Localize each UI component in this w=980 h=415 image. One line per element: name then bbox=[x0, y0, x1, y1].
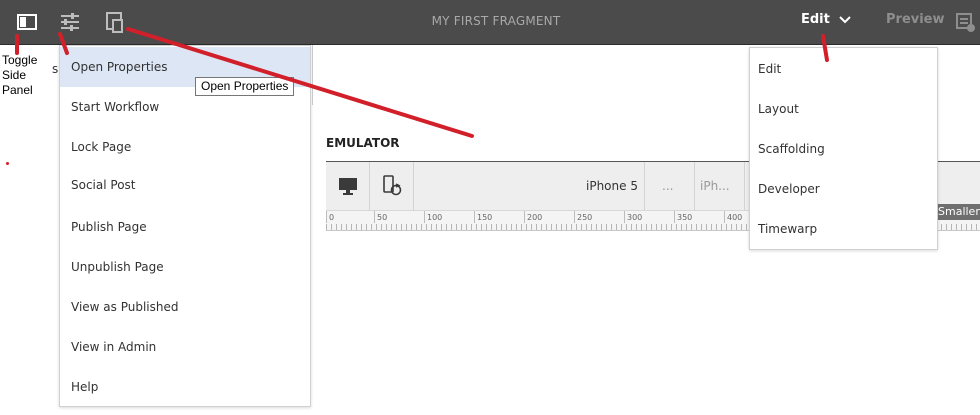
chevron-down-icon bbox=[839, 15, 851, 23]
annotation-line: Panel bbox=[2, 83, 33, 97]
menu-item-view-as-published[interactable]: View as Published bbox=[60, 287, 310, 327]
tooltip: Open Properties bbox=[195, 77, 295, 96]
toggle-side-panel-annotation: Toggle Side Panel bbox=[2, 53, 50, 98]
ruler-mark: 300 bbox=[624, 211, 642, 223]
device-label: iPhone 5 bbox=[586, 179, 638, 193]
menu-item-help[interactable]: Help bbox=[60, 367, 310, 407]
ruler-label: 200 bbox=[527, 213, 543, 222]
menu-item-unpublish-page[interactable]: Unpublish Page bbox=[60, 247, 310, 287]
device-label: ... bbox=[662, 179, 674, 193]
monitor-icon bbox=[339, 178, 357, 195]
mode-item-developer[interactable]: Developer bbox=[750, 169, 937, 209]
side-panel-partial-text: s bbox=[52, 62, 59, 76]
ruler-mark: 150 bbox=[474, 211, 492, 223]
ruler-mark: 400 bbox=[724, 211, 742, 223]
ruler-label: 400 bbox=[727, 213, 743, 222]
ruler-label: 300 bbox=[627, 213, 643, 222]
device-label: iPh... bbox=[700, 179, 730, 193]
mode-selector-button[interactable]: Edit bbox=[801, 12, 852, 27]
page-info-menu: Open Properties Start Workflow Lock Page… bbox=[59, 45, 311, 407]
desktop-device-button[interactable] bbox=[326, 162, 370, 211]
menu-item-view-in-admin[interactable]: View in Admin bbox=[60, 327, 310, 367]
ruler-label: 250 bbox=[577, 213, 593, 222]
menu-item-lock-page[interactable]: Lock Page bbox=[60, 127, 310, 167]
editor-divider bbox=[312, 45, 313, 105]
ruler-mark: 200 bbox=[524, 211, 542, 223]
annotations-button[interactable] bbox=[955, 12, 977, 38]
mode-item-layout[interactable]: Layout bbox=[750, 89, 937, 129]
ruler-label: 50 bbox=[377, 213, 388, 222]
preview-button[interactable]: Preview bbox=[886, 12, 945, 27]
mode-item-scaffolding[interactable]: Scaffolding bbox=[750, 129, 937, 169]
ruler-mark: 350 bbox=[674, 211, 692, 223]
ruler-mark: 0 bbox=[326, 211, 334, 223]
top-toolbar: MY FIRST FRAGMENT Edit Preview bbox=[0, 0, 980, 45]
mode-item-edit[interactable]: Edit bbox=[750, 49, 937, 89]
annotation-add-icon bbox=[956, 13, 975, 32]
annotation-dot bbox=[6, 162, 9, 165]
mode-label: Edit bbox=[801, 12, 830, 27]
ruler-mark: 250 bbox=[574, 211, 592, 223]
device-iphone[interactable]: iPh... bbox=[695, 162, 745, 211]
ruler-mark: 100 bbox=[424, 211, 442, 223]
menu-item-social-post[interactable]: Social Post bbox=[60, 165, 310, 205]
ruler-label: 350 bbox=[677, 213, 693, 222]
breakpoint-badge[interactable]: Smaller bbox=[934, 204, 980, 220]
annotation-line: Side bbox=[2, 68, 27, 82]
ruler-label: 0 bbox=[329, 213, 335, 222]
mode-item-timewarp[interactable]: Timewarp bbox=[750, 209, 937, 249]
device-more[interactable]: ... bbox=[645, 162, 695, 211]
annotation-line: Toggle bbox=[2, 53, 38, 67]
menu-item-publish-page[interactable]: Publish Page bbox=[60, 207, 310, 247]
mode-menu: Edit Layout Scaffolding Developer Timewa… bbox=[749, 47, 938, 250]
rotate-device-button[interactable] bbox=[370, 162, 414, 211]
ruler-label: 150 bbox=[477, 213, 493, 222]
rotate-device-icon bbox=[383, 175, 402, 196]
device-iphone5[interactable]: iPhone 5 bbox=[414, 162, 645, 211]
ruler-mark: 50 bbox=[374, 211, 387, 223]
emulator-title: EMULATOR bbox=[326, 136, 400, 150]
ruler-label: 100 bbox=[427, 213, 443, 222]
